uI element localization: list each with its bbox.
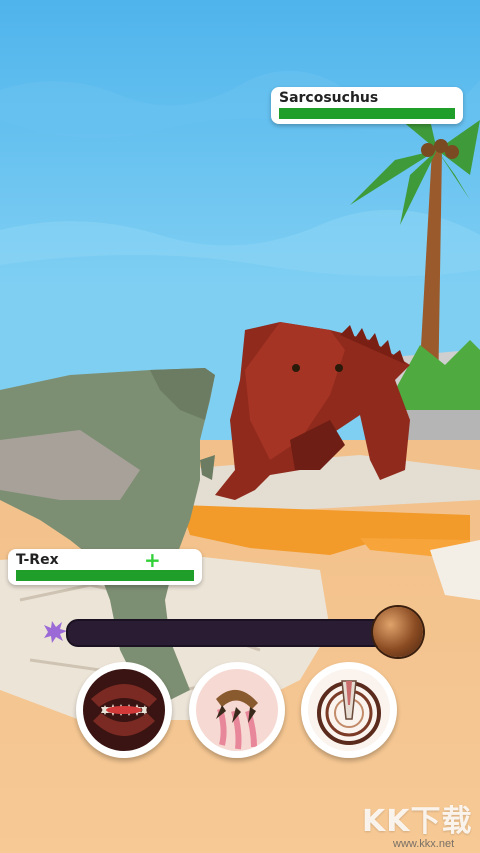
bite-jaws-icon — [83, 669, 165, 751]
enemy-health-bar — [279, 108, 455, 119]
claw-slash-icon — [196, 669, 278, 751]
heal-plus-icon: + — [144, 548, 161, 572]
player-name: T-Rex — [16, 552, 59, 568]
stomp-target-icon — [308, 669, 390, 751]
bite-skill-button[interactable] — [76, 662, 172, 758]
watermark-brand: KK下载 — [362, 804, 473, 839]
rage-meter — [66, 619, 400, 647]
enemy-name: Sarcosuchus — [279, 90, 379, 106]
rage-orb-icon[interactable] — [373, 607, 423, 657]
player-health-panel: T-Rex + — [8, 549, 202, 585]
player-health-bar — [16, 570, 194, 581]
claw-skill-button[interactable] — [189, 662, 285, 758]
enemy-health-panel: Sarcosuchus — [271, 87, 463, 124]
rage-burst-icon — [44, 621, 67, 643]
watermark-url: www.kkx.net — [393, 838, 455, 850]
stomp-skill-button[interactable] — [301, 662, 397, 758]
